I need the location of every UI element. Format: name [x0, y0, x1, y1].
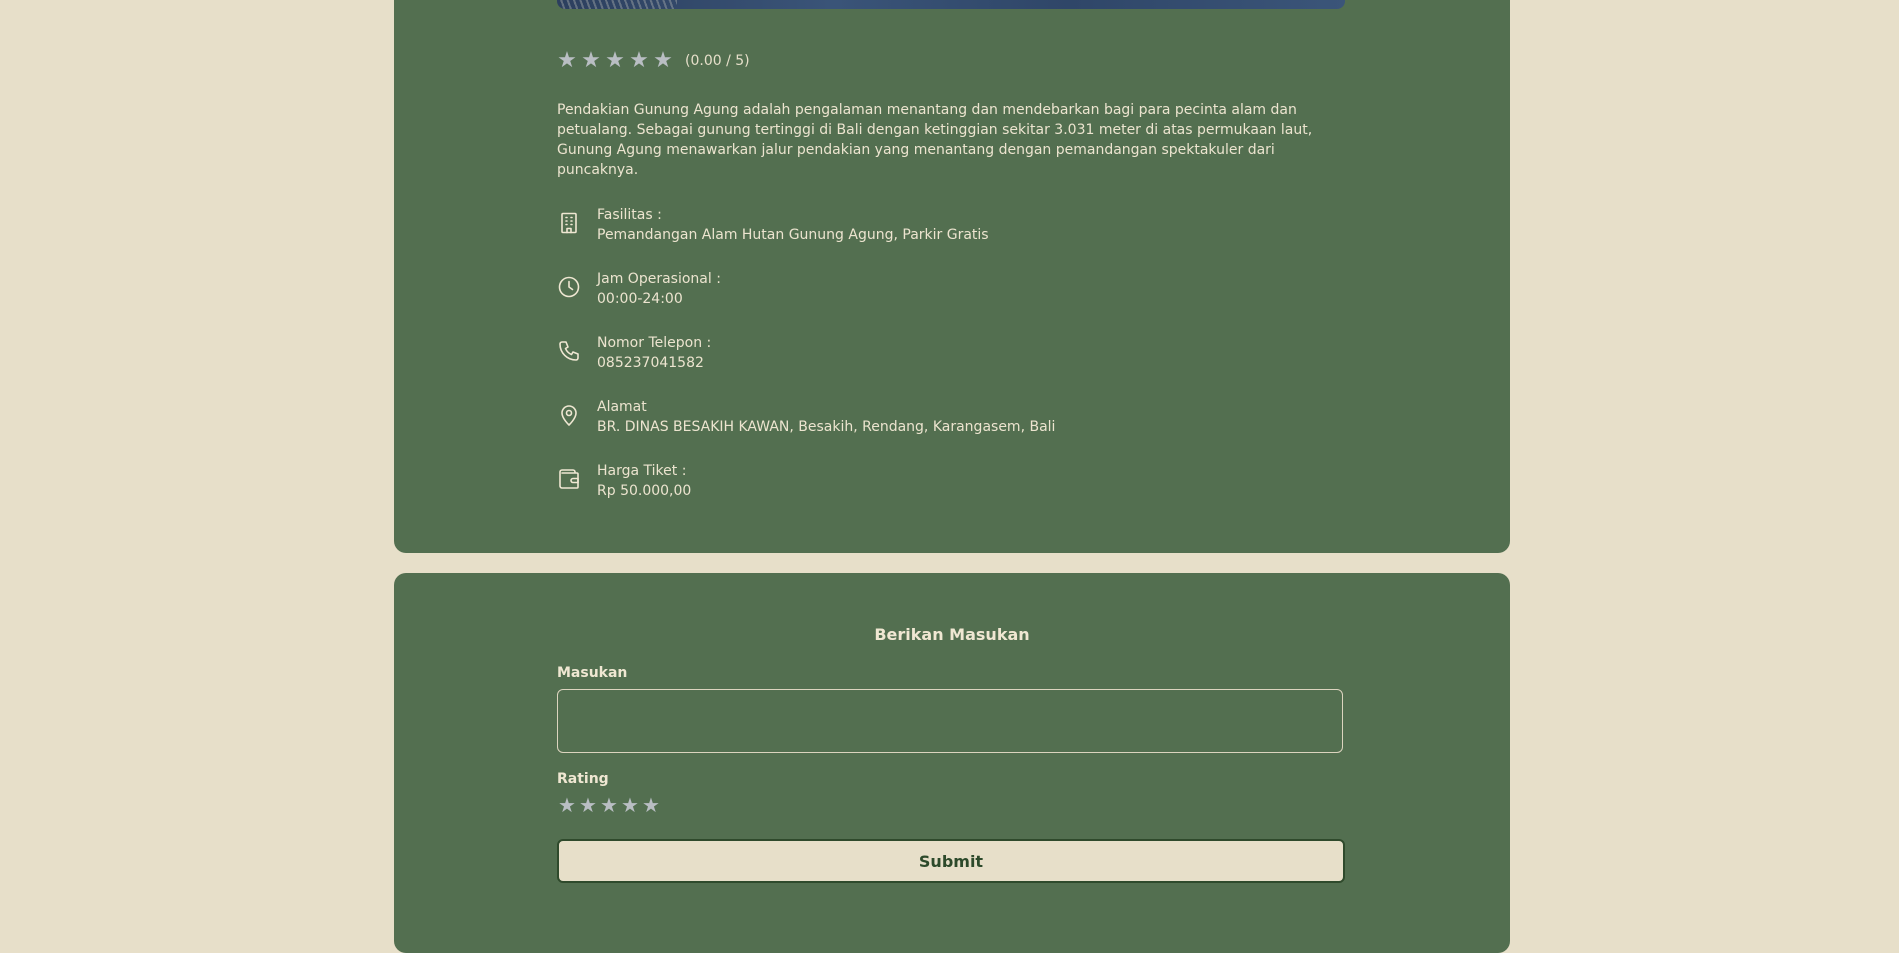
destination-detail-card: ★ ★ ★ ★ ★ (0.00 / 5) Pendakian Gunung Ag…: [394, 0, 1510, 553]
info-value: 085237041582: [597, 355, 704, 371]
submit-button[interactable]: Submit: [557, 839, 1345, 883]
star-icon: ★: [557, 48, 577, 73]
average-rating: ★ ★ ★ ★ ★ (0.00 / 5): [557, 50, 750, 72]
masukan-label: Masukan: [557, 665, 628, 681]
star-icon[interactable]: ★: [578, 795, 598, 815]
info-label: Alamat: [597, 399, 647, 415]
info-address: Alamat BR. DINAS BESAKIH KAWAN, Besakih,…: [557, 397, 1055, 437]
star-icon: ★: [605, 48, 625, 73]
feedback-card: Berikan Masukan Masukan Rating ★ ★ ★ ★ ★…: [394, 573, 1510, 953]
info-label: Jam Operasional :: [597, 271, 721, 287]
info-value: Pemandangan Alam Hutan Gunung Agung, Par…: [597, 227, 989, 243]
feedback-title: Berikan Masukan: [874, 625, 1030, 644]
star-icon: ★: [653, 48, 673, 73]
wallet-icon: [557, 467, 581, 491]
info-label: Fasilitas :: [597, 207, 662, 223]
rating-input[interactable]: ★ ★ ★ ★ ★: [557, 795, 661, 815]
masukan-input[interactable]: [557, 689, 1343, 753]
map-pin-icon: [557, 403, 581, 427]
rating-label: Rating: [557, 771, 609, 787]
star-icon[interactable]: ★: [599, 795, 619, 815]
info-facilities: Fasilitas : Pemandangan Alam Hutan Gunun…: [557, 205, 989, 245]
rating-score-text: (0.00 / 5): [685, 53, 750, 69]
info-ticket-price: Harga Tiket : Rp 50.000,00: [557, 461, 691, 501]
building-icon: [557, 211, 581, 235]
star-icon[interactable]: ★: [620, 795, 640, 815]
info-operating-hours: Jam Operasional : 00:00-24:00: [557, 269, 721, 309]
star-icon: ★: [581, 48, 601, 73]
destination-photo: [557, 0, 1345, 9]
phone-icon: [557, 339, 581, 363]
info-label: Harga Tiket :: [597, 463, 687, 479]
destination-description: Pendakian Gunung Agung adalah pengalaman…: [557, 102, 1313, 178]
clock-icon: [557, 275, 581, 299]
info-value: BR. DINAS BESAKIH KAWAN, Besakih, Rendan…: [597, 419, 1056, 435]
info-phone: Nomor Telepon : 085237041582: [557, 333, 711, 373]
star-icon[interactable]: ★: [641, 795, 661, 815]
info-value: Rp 50.000,00: [597, 483, 692, 499]
info-label: Nomor Telepon :: [597, 335, 712, 351]
star-icon[interactable]: ★: [557, 795, 577, 815]
star-icon: ★: [629, 48, 649, 73]
info-value: 00:00-24:00: [597, 291, 683, 307]
